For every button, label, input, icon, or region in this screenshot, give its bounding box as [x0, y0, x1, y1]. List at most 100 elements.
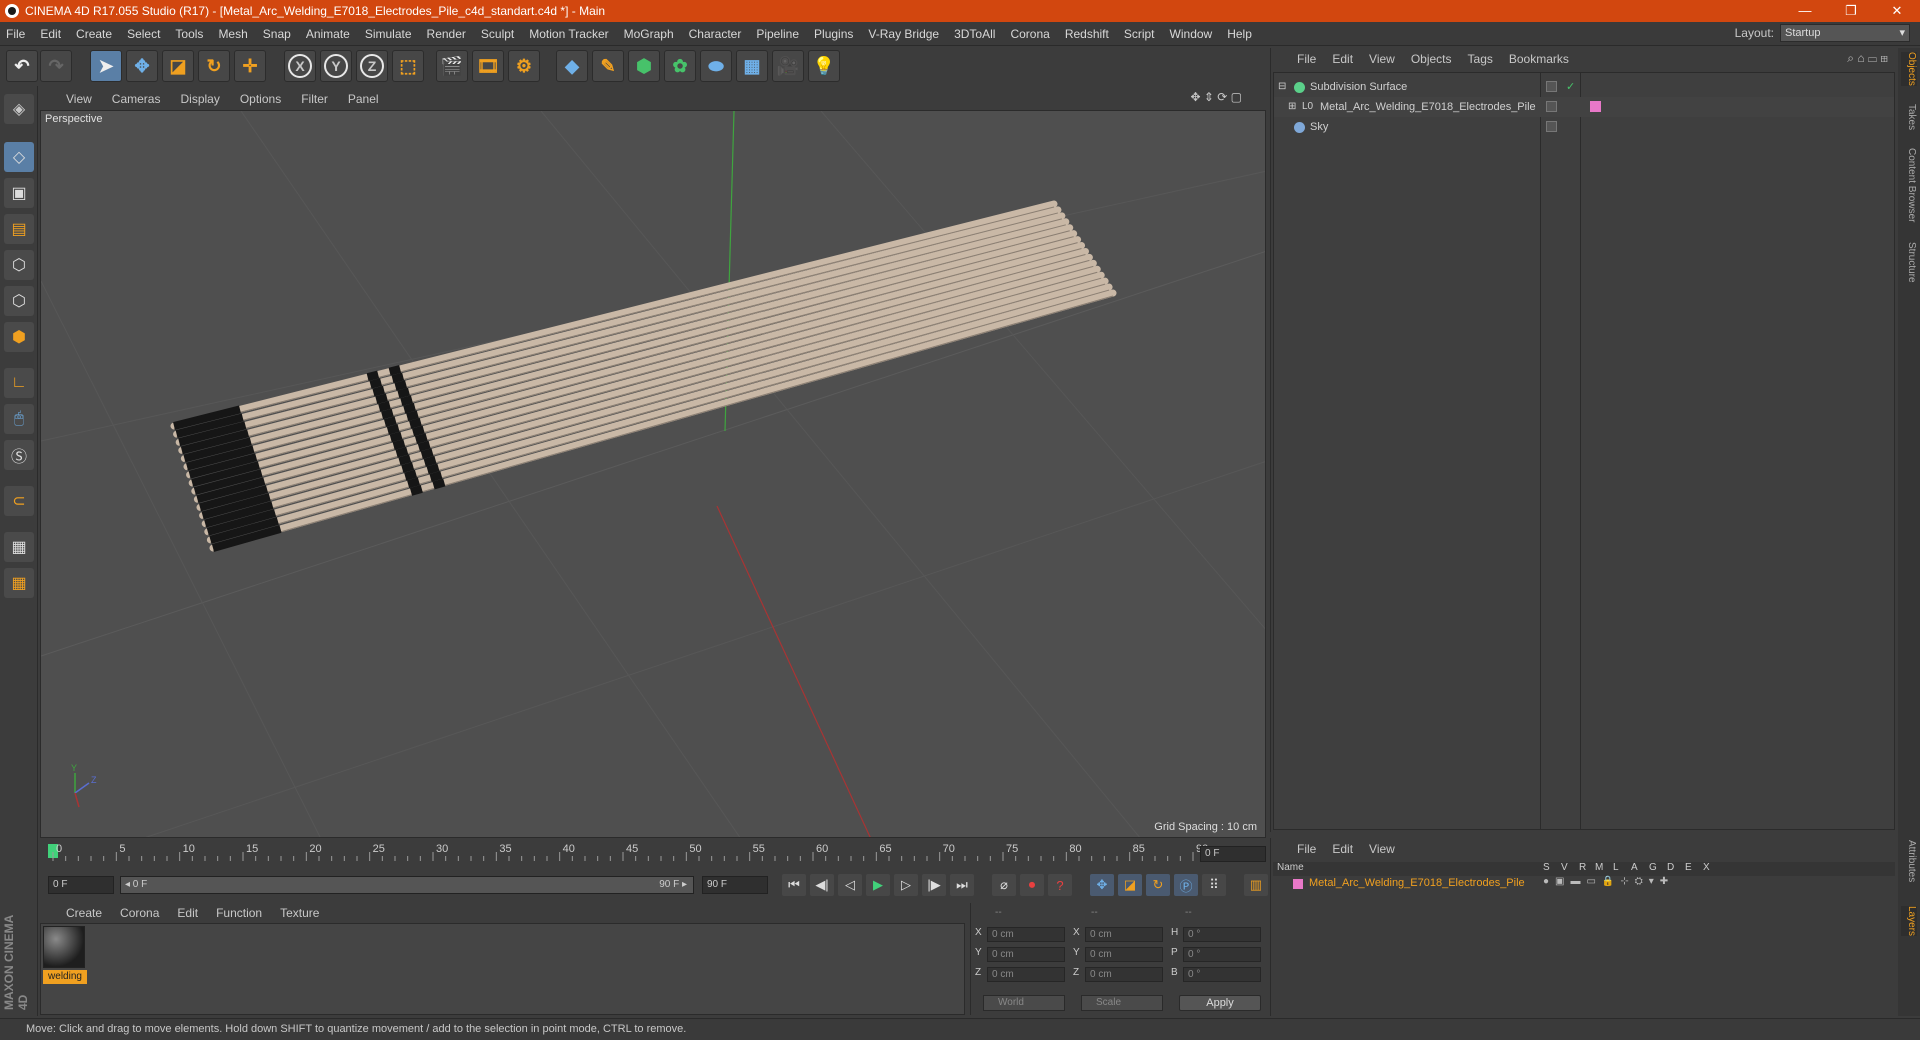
material-menu-function[interactable]: Function — [216, 906, 262, 920]
current-frame-field[interactable]: 0 F — [1200, 846, 1266, 862]
record-icon[interactable]: ⏺ — [1020, 874, 1044, 896]
polygons-mode-icon[interactable]: ⬢ — [4, 322, 34, 352]
select-cursor-icon[interactable]: ➤ — [90, 50, 122, 82]
points-mode-icon[interactable]: ⬡ — [4, 250, 34, 280]
y-axis-lock-button[interactable]: Y — [320, 50, 352, 82]
tweak-mode-icon[interactable]: 🖱 — [4, 404, 34, 434]
render-view-icon[interactable]: 🎬 — [436, 50, 468, 82]
object-row-electrodes[interactable]: ⊞ L0 Metal_Arc_Welding_E7018_Electrodes_… — [1274, 97, 1894, 117]
material-menu-corona[interactable]: Corona — [120, 906, 159, 920]
objects-menu-view[interactable]: View — [1369, 52, 1395, 66]
rotation-h-field[interactable]: 0 ° — [1183, 927, 1261, 942]
key-pla-icon[interactable]: ⠿ — [1202, 874, 1226, 896]
layer-col-render[interactable]: R — [1579, 862, 1586, 873]
menu-pipeline[interactable]: Pipeline — [756, 27, 799, 41]
menu-tools[interactable]: Tools — [175, 27, 203, 41]
deformer-icon[interactable]: ⬬ — [700, 50, 732, 82]
workplane-align-icon[interactable]: ▦ — [4, 568, 34, 598]
make-editable-icon[interactable]: ◈ — [4, 94, 34, 124]
render-settings-icon[interactable]: ⚙ — [508, 50, 540, 82]
objects-menu-bookmarks[interactable]: Bookmarks — [1509, 52, 1569, 66]
layers-menu-view[interactable]: View — [1369, 842, 1395, 856]
light-icon[interactable]: 💡 — [808, 50, 840, 82]
menu-window[interactable]: Window — [1170, 27, 1213, 41]
side-tab-layers[interactable]: Layers — [1901, 906, 1917, 937]
go-to-end-icon[interactable]: ⏭ — [950, 874, 974, 896]
layer-col-locked[interactable]: L — [1613, 862, 1619, 873]
timeline-window-icon[interactable]: ▥ — [1244, 874, 1268, 896]
side-tab-attributes[interactable]: Attributes — [1901, 840, 1917, 882]
object-row-subdivision[interactable]: ⊟ Subdivision Surface ✓ — [1274, 77, 1894, 97]
side-tab-objects[interactable]: Objects — [1901, 52, 1917, 86]
menu-redshift[interactable]: Redshift — [1065, 27, 1109, 41]
side-tab-takes[interactable]: Takes — [1901, 104, 1917, 130]
object-row-sky[interactable]: Sky — [1274, 117, 1894, 137]
key-rotation-icon[interactable]: ↻ — [1146, 874, 1170, 896]
rotate-tool-icon[interactable]: ↻ — [198, 50, 230, 82]
keyframe-selection-icon[interactable]: ⌀ — [992, 874, 1016, 896]
cloner-icon[interactable]: ✿ — [664, 50, 696, 82]
layer-col-solo[interactable]: S — [1543, 862, 1550, 873]
menu-animate[interactable]: Animate — [306, 27, 350, 41]
play-icon[interactable]: ▶ — [866, 874, 890, 896]
minimize-button[interactable]: — — [1782, 0, 1828, 22]
viewport-menu-filter[interactable]: Filter — [301, 92, 328, 106]
3d-viewport[interactable]: Y Z Perspective Grid Spacing : 10 cm — [40, 110, 1266, 838]
size-mode-dropdown[interactable]: Scale — [1081, 995, 1163, 1011]
next-frame-icon[interactable]: ▷ — [894, 874, 918, 896]
menu-sculpt[interactable]: Sculpt — [481, 27, 514, 41]
move-tool-icon[interactable]: ✥ — [126, 50, 158, 82]
objects-menu-objects[interactable]: Objects — [1411, 52, 1452, 66]
material-swatch[interactable]: welding — [43, 926, 87, 984]
expand-icon[interactable]: ⊞ — [1288, 97, 1296, 117]
layer-col-generators[interactable]: G — [1649, 862, 1657, 873]
end-frame-field[interactable]: 90 F — [702, 876, 768, 894]
menu-edit[interactable]: Edit — [40, 27, 61, 41]
key-parameter-icon[interactable]: Ⓟ — [1174, 874, 1198, 896]
coordinate-system-icon[interactable]: ⬚ — [392, 50, 424, 82]
menu-vray-bridge[interactable]: V-Ray Bridge — [868, 27, 939, 41]
viewport-nav-icons[interactable]: ✥ ⇕ ⟳ ▢ — [1190, 90, 1242, 104]
key-position-icon[interactable]: ✥ — [1090, 874, 1114, 896]
model-mode-icon[interactable]: ◇ — [4, 142, 34, 172]
timeline-ruler[interactable]: 051015202530354045505560657075808590 — [40, 842, 1268, 862]
material-menu-texture[interactable]: Texture — [280, 906, 319, 920]
axis-mode-icon[interactable]: ∟ — [4, 368, 34, 398]
layer-name[interactable]: Metal_Arc_Welding_E7018_Electrodes_Pile — [1309, 877, 1525, 889]
menu-mograph[interactable]: MoGraph — [624, 27, 674, 41]
layer-col-manager[interactable]: M — [1595, 862, 1603, 873]
floor-icon[interactable]: ▦ — [736, 50, 768, 82]
visibility-toggle-icon[interactable] — [1546, 81, 1557, 92]
object-manager-tools[interactable]: ⌕ ⌂ ▭ ⊞ — [1847, 51, 1888, 66]
layer-row[interactable]: Metal_Arc_Welding_E7018_Electrodes_Pile … — [1273, 876, 1895, 892]
autokey-icon[interactable]: ? — [1048, 874, 1072, 896]
position-y-field[interactable]: 0 cm — [987, 947, 1065, 962]
menu-3dtoall[interactable]: 3DToAll — [954, 27, 995, 41]
texture-mode-icon[interactable]: ▣ — [4, 178, 34, 208]
size-y-field[interactable]: 0 cm — [1085, 947, 1163, 962]
menu-file[interactable]: File — [6, 27, 25, 41]
material-menu-create[interactable]: Create — [66, 906, 102, 920]
material-menu-edit[interactable]: Edit — [177, 906, 198, 920]
workplane-lock-icon[interactable]: ▦ — [4, 532, 34, 562]
layer-col-xref[interactable]: X — [1703, 862, 1710, 873]
enabled-check-icon[interactable]: ✓ — [1566, 77, 1575, 97]
workplane-icon[interactable]: ▤ — [4, 214, 34, 244]
restore-button[interactable]: ❐ — [1828, 0, 1874, 22]
subdivision-generator-icon[interactable]: ⬢ — [628, 50, 660, 82]
render-picture-viewer-icon[interactable]: 🎞 — [472, 50, 504, 82]
go-to-start-icon[interactable]: ⏮ — [782, 874, 806, 896]
rotation-b-field[interactable]: 0 ° — [1183, 967, 1261, 982]
menu-create[interactable]: Create — [76, 27, 112, 41]
rotation-p-field[interactable]: 0 ° — [1183, 947, 1261, 962]
key-scale-icon[interactable]: ◪ — [1118, 874, 1142, 896]
menu-script[interactable]: Script — [1124, 27, 1155, 41]
viewport-menu-cameras[interactable]: Cameras — [112, 92, 161, 106]
z-axis-lock-button[interactable]: Z — [356, 50, 388, 82]
objects-menu-tags[interactable]: Tags — [1468, 52, 1493, 66]
frame-range-slider[interactable]: ◂ 0 F 90 F ▸ — [120, 876, 694, 894]
camera-icon[interactable]: 🎥 — [772, 50, 804, 82]
previous-frame-icon[interactable]: ◁ — [838, 874, 862, 896]
coordinate-mode-dropdown[interactable]: World — [983, 995, 1065, 1011]
menu-character[interactable]: Character — [689, 27, 742, 41]
